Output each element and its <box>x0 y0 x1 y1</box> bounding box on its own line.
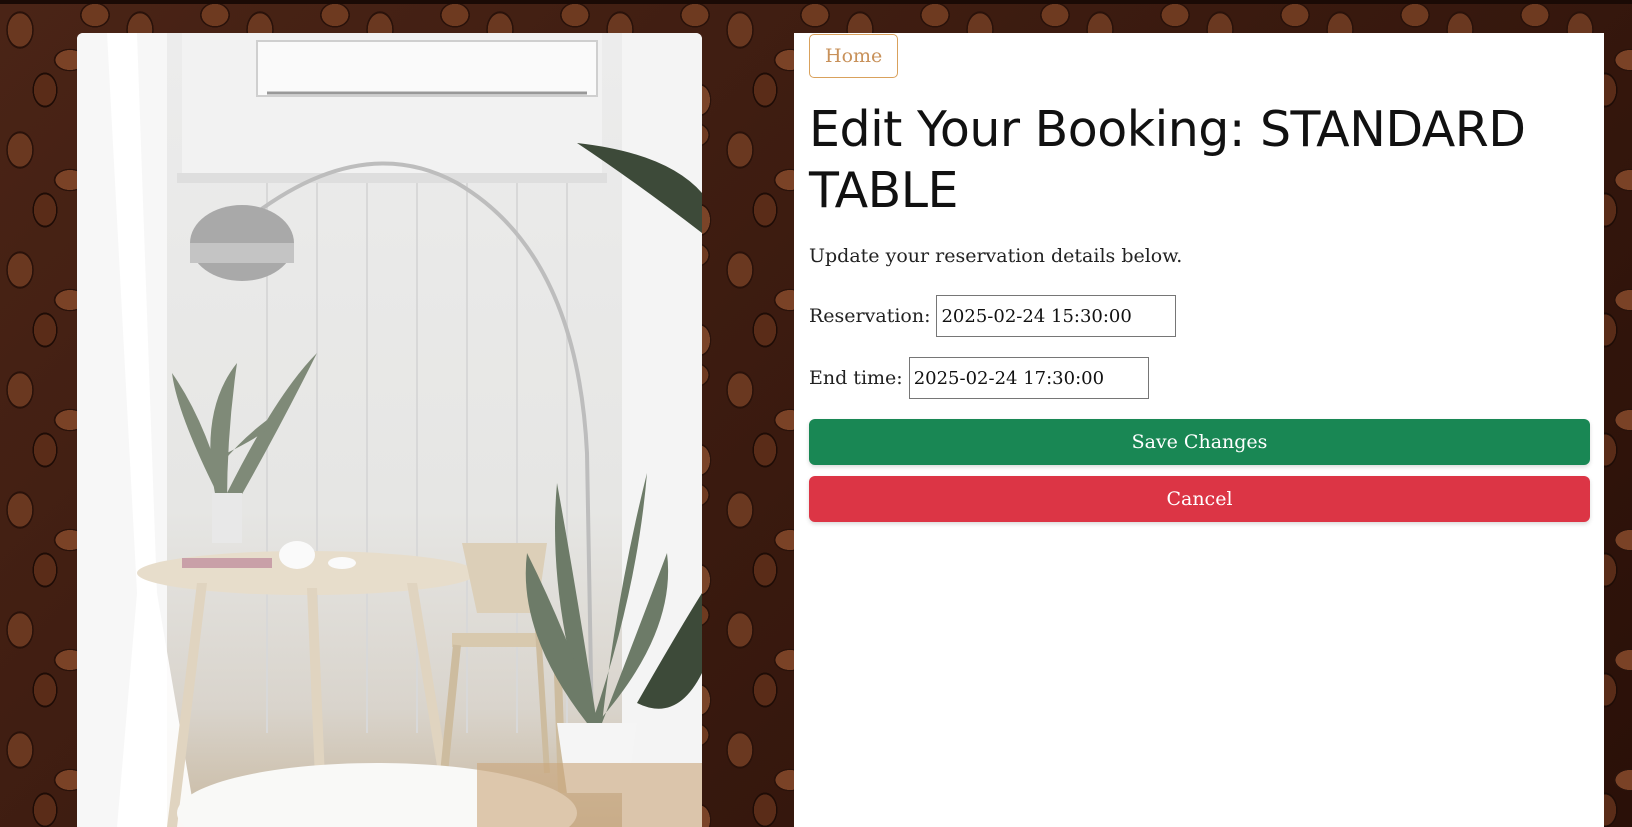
booking-edit-panel: Home Edit Your Booking: STANDARD TABLE U… <box>794 33 1604 827</box>
interior-photo <box>77 33 702 827</box>
reservation-label: Reservation: <box>809 305 931 327</box>
page-title: Edit Your Booking: STANDARD TABLE <box>809 101 1526 219</box>
home-button[interactable]: Home <box>809 34 899 78</box>
end-time-label: End time: <box>809 367 903 389</box>
end-time-input[interactable] <box>908 357 1149 399</box>
reservation-row: Reservation: <box>809 295 1177 337</box>
reservation-input[interactable] <box>936 295 1177 337</box>
intro-text: Update your reservation details below. <box>809 245 1183 267</box>
cancel-button[interactable]: Cancel <box>809 476 1590 522</box>
top-strip <box>0 0 1632 4</box>
save-changes-button[interactable]: Save Changes <box>809 419 1590 465</box>
end-time-row: End time: <box>809 357 1149 399</box>
